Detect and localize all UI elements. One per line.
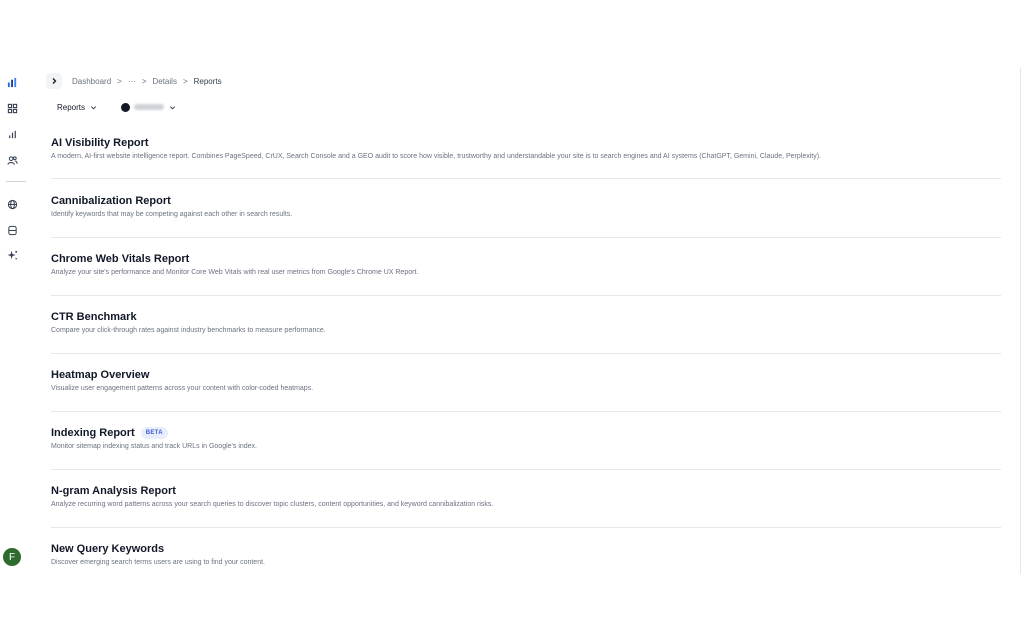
database-icon[interactable] (6, 224, 19, 237)
report-title: Heatmap Overview (51, 369, 150, 381)
report-title: AI Visibility Report (51, 137, 149, 149)
chevron-down-icon (169, 105, 176, 109)
report-description: Identify keywords that may be competing … (51, 211, 293, 218)
report-divider (51, 411, 1001, 412)
report-divider (51, 353, 1001, 354)
bar-chart-icon[interactable] (6, 128, 19, 141)
dashboard-grid-icon[interactable] (6, 102, 19, 115)
report-item-ai-visibility[interactable]: AI Visibility Report A modern, AI-first … (51, 136, 1001, 160)
report-divider (51, 237, 1001, 238)
breadcrumb-separator: > (141, 76, 147, 86)
report-title: N-gram Analysis Report (51, 485, 176, 497)
report-description: Monitor sitemap indexing status and trac… (51, 443, 257, 450)
content-border (1020, 68, 1021, 574)
sidebar-divider (6, 181, 26, 182)
app-window: F Dashboard > ··· > Details > Reports Re… (0, 68, 1024, 574)
report-item-cannibalization[interactable]: Cannibalization Report Identify keywords… (51, 194, 1001, 218)
report-description: Analyze recurring word patterns across y… (51, 501, 494, 508)
report-title: CTR Benchmark (51, 311, 137, 323)
logo-icon[interactable] (6, 76, 19, 89)
reports-dropdown[interactable]: Reports (51, 98, 103, 116)
beta-badge: BETA (140, 427, 168, 439)
chevron-down-icon (90, 105, 97, 109)
breadcrumb-separator: > (182, 76, 188, 86)
report-item-heatmap-overview[interactable]: Heatmap Overview Visualize user engageme… (51, 368, 1001, 392)
report-description: Analyze your site's performance and Moni… (51, 269, 419, 276)
report-title: Cannibalization Report (51, 195, 171, 207)
chevron-right-icon (52, 78, 57, 84)
report-description: A modern, AI-first website intelligence … (51, 153, 821, 160)
report-divider (51, 527, 1001, 528)
report-item-ngram-analysis[interactable]: N-gram Analysis Report Analyze recurring… (51, 484, 1001, 508)
breadcrumb-dashboard[interactable]: Dashboard (72, 77, 111, 86)
site-name-redacted (134, 104, 165, 110)
site-dropdown[interactable] (115, 98, 182, 116)
filter-bar: Reports (51, 98, 182, 116)
report-item-chrome-web-vitals[interactable]: Chrome Web Vitals Report Analyze your si… (51, 252, 1001, 276)
report-title: New Query Keywords (51, 543, 165, 555)
report-divider (51, 469, 1001, 470)
sparkle-icon[interactable] (6, 249, 19, 262)
sidebar: F (0, 68, 26, 574)
site-favicon-icon (121, 102, 131, 112)
breadcrumb-ellipsis[interactable]: ··· (128, 77, 136, 86)
report-item-indexing[interactable]: Indexing Report BETA Monitor sitemap ind… (51, 426, 1001, 450)
globe-icon[interactable] (6, 198, 19, 211)
report-title: Indexing Report (51, 427, 135, 439)
report-divider (51, 178, 1001, 179)
breadcrumb: Dashboard > ··· > Details > Reports (46, 73, 222, 89)
report-description: Discover emerging search terms users are… (51, 559, 265, 566)
breadcrumb-reports: Reports (193, 76, 222, 86)
report-title: Chrome Web Vitals Report (51, 253, 190, 265)
report-description: Compare your click-through rates against… (51, 327, 326, 334)
breadcrumb-separator: > (117, 76, 122, 86)
user-avatar[interactable]: F (3, 548, 21, 566)
report-item-new-query-keywords[interactable]: New Query Keywords Discover emerging sea… (51, 542, 1001, 566)
breadcrumb-details[interactable]: Details (152, 77, 176, 86)
reports-dropdown-label: Reports (57, 102, 86, 112)
report-divider (51, 295, 1001, 296)
report-item-ctr-benchmark[interactable]: CTR Benchmark Compare your click-through… (51, 310, 1001, 334)
report-description: Visualize user engagement patterns acros… (51, 385, 314, 392)
sidebar-toggle-button[interactable] (46, 73, 62, 89)
report-title-row: Indexing Report BETA (51, 426, 1001, 440)
users-icon[interactable] (6, 154, 19, 167)
